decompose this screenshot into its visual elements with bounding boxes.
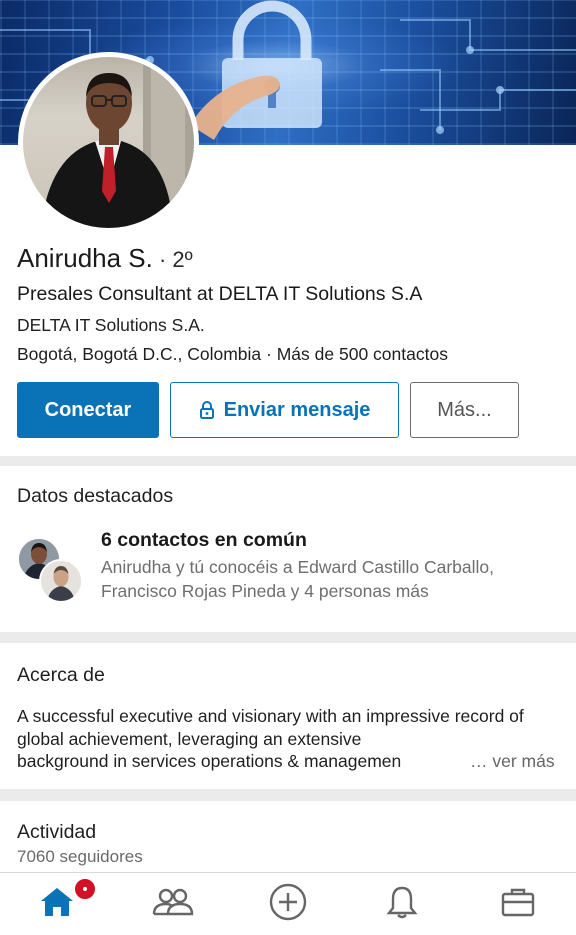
briefcase-icon xyxy=(500,886,536,923)
profile-header-card: Anirudha S. · 2º Presales Consultant at … xyxy=(0,0,576,456)
nav-post[interactable] xyxy=(248,873,328,935)
profile-company[interactable]: DELTA IT Solutions S.A. xyxy=(17,315,205,336)
profile-name-line: Anirudha S. · 2º xyxy=(17,243,193,274)
notification-badge xyxy=(73,877,97,901)
mutual-connections-title[interactable]: 6 contactos en común xyxy=(101,529,307,552)
location-separator: · xyxy=(261,344,277,364)
post-plus-icon xyxy=(268,882,308,927)
profile-location: Bogotá, Bogotá D.C., Colombia xyxy=(17,344,262,364)
profile-avatar[interactable] xyxy=(18,52,199,233)
send-message-button[interactable]: Enviar mensaje xyxy=(170,382,399,438)
connect-button-label: Conectar xyxy=(44,398,132,421)
nav-my-network[interactable] xyxy=(133,873,213,935)
connect-button[interactable]: Conectar xyxy=(17,382,159,438)
highlights-card: Datos destacados 6 contactos en común An… xyxy=(0,466,576,632)
activity-title: Actividad xyxy=(17,821,97,843)
highlights-title: Datos destacados xyxy=(17,485,174,507)
about-text: A successful executive and visionary wit… xyxy=(17,706,524,749)
my-network-icon xyxy=(151,886,195,923)
about-title: Acerca de xyxy=(17,664,105,686)
bell-icon xyxy=(385,884,419,925)
send-message-label: Enviar mensaje xyxy=(223,398,371,421)
nav-notifications[interactable] xyxy=(362,873,442,935)
profile-location-line: Bogotá, Bogotá D.C., Colombia · Más de 5… xyxy=(17,344,448,365)
about-see-more-link[interactable]: … ver más xyxy=(468,751,555,772)
followers-count: 7060 seguidores xyxy=(17,847,143,866)
profile-connections[interactable]: Más de 500 contactos xyxy=(277,344,448,364)
mutual-connections-description: Anirudha y tú conocéis a Edward Castillo… xyxy=(101,557,494,601)
badge-dot-icon xyxy=(83,887,87,891)
more-button[interactable]: Más... xyxy=(410,382,519,438)
profile-headline: Presales Consultant at DELTA IT Solution… xyxy=(17,283,423,305)
more-button-label: Más... xyxy=(437,398,492,421)
profile-name: Anirudha S. xyxy=(17,243,153,273)
connection-degree: · 2º xyxy=(152,247,193,272)
mutual-connections-avatars[interactable] xyxy=(17,537,87,603)
activity-card: Actividad 7060 seguidores xyxy=(0,801,576,873)
lock-icon xyxy=(199,401,215,419)
mutual-avatar xyxy=(39,559,83,603)
home-icon xyxy=(39,886,75,923)
nav-jobs[interactable] xyxy=(478,873,558,935)
